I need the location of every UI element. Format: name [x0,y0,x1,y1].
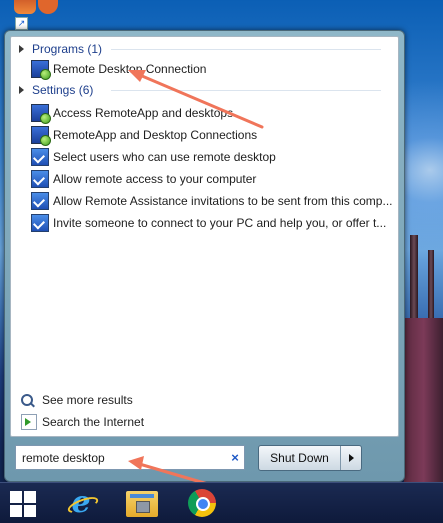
result-label: Remote Desktop Connection [53,62,207,76]
desktop-shortcut-icon[interactable] [38,0,58,14]
result-access-remoteapp[interactable]: Access RemoteApp and desktops [31,103,234,124]
expand-triangle-icon [19,45,24,53]
result-allow-remote-access[interactable]: Allow remote access to your computer [31,169,256,189]
search-input[interactable] [16,450,226,465]
control-panel-icon [31,214,49,232]
result-label: Invite someone to connect to your PC and… [53,216,387,230]
group-header-label: Settings (6) [32,83,94,97]
separator-line [111,90,381,91]
clear-search-icon[interactable]: × [226,450,244,465]
internet-search-icon [21,414,37,430]
internet-explorer-icon[interactable]: e [65,487,97,519]
separator-line [111,49,381,50]
remote-desktop-icon [31,104,51,124]
expand-triangle-icon [19,86,24,94]
magnifier-icon [21,394,33,406]
search-internet-label: Search the Internet [42,415,145,429]
windows-logo-icon [24,491,36,503]
search-results-panel: Programs (1) Remote Desktop Connection S… [10,36,399,437]
result-invite-someone[interactable]: Invite someone to connect to your PC and… [31,213,386,233]
remote-desktop-icon [31,126,51,146]
remote-desktop-icon [31,60,51,80]
result-label: Allow Remote Assistance invitations to b… [53,194,393,208]
taskbar: e [0,482,443,523]
chrome-icon[interactable] [188,489,216,517]
result-label: RemoteApp and Desktop Connections [53,128,258,142]
shortcut-arrow-icon: ↗ [15,17,28,30]
search-box[interactable]: × [15,445,245,470]
desktop-shortcut-icon[interactable] [14,0,36,14]
windows-logo-icon [10,491,22,503]
control-panel-icon [31,170,49,188]
result-allow-remote-assistance[interactable]: Allow Remote Assistance invitations to b… [31,191,392,211]
search-internet-link[interactable]: Search the Internet [21,412,144,432]
file-explorer-icon[interactable] [126,491,158,517]
shutdown-options-button[interactable] [341,446,361,470]
result-label: Allow remote access to your computer [53,172,257,186]
start-button[interactable] [10,491,36,517]
result-select-users[interactable]: Select users who can use remote desktop [31,147,276,167]
result-remoteapp-connections[interactable]: RemoteApp and Desktop Connections [31,125,258,146]
shutdown-button-group: Shut Down [258,445,362,471]
windows-logo-icon [10,505,22,517]
start-menu: Programs (1) Remote Desktop Connection S… [4,30,405,482]
shutdown-button[interactable]: Shut Down [259,446,341,470]
see-more-results-label: See more results [42,393,133,407]
result-remote-desktop-connection[interactable]: Remote Desktop Connection [31,59,207,80]
result-label: Access RemoteApp and desktops [53,106,234,120]
group-header-settings[interactable]: Settings (6) [19,81,93,99]
group-header-programs[interactable]: Programs (1) [19,40,102,58]
control-panel-icon [31,148,49,166]
see-more-results-link[interactable]: See more results [21,390,133,410]
control-panel-icon [31,192,49,210]
group-header-label: Programs (1) [32,42,103,56]
result-label: Select users who can use remote desktop [53,150,276,164]
windows-logo-icon [24,505,36,517]
arrow-right-icon [348,454,354,462]
pier-dock [404,318,443,488]
